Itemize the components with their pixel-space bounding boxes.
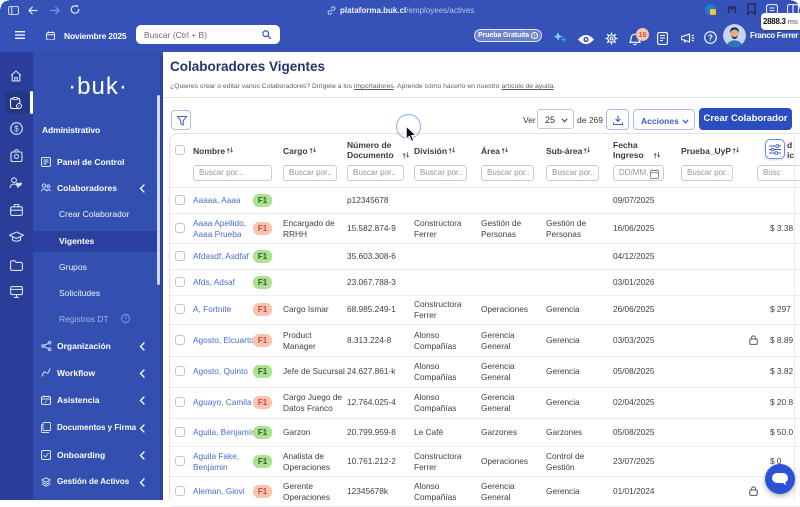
svg-text:✓: ✓ (17, 104, 20, 109)
svg-text:?: ? (708, 33, 713, 42)
svg-text:?: ? (124, 317, 127, 323)
svg-text:$: $ (14, 124, 19, 133)
svg-text:✓: ✓ (44, 399, 48, 405)
